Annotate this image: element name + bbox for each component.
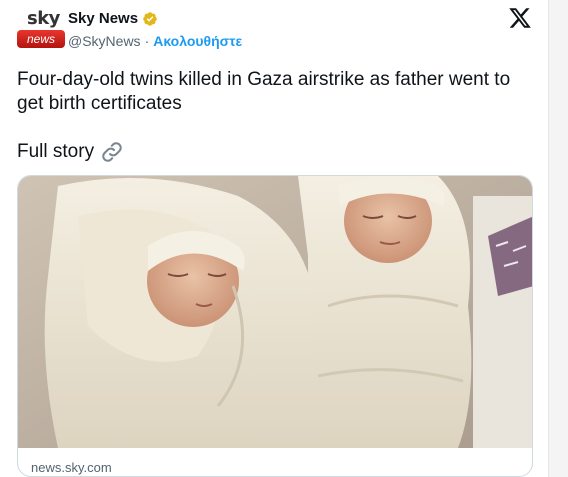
follow-button[interactable]: Ακολουθήστε (153, 33, 242, 49)
preview-image[interactable] (18, 176, 533, 448)
author-handle[interactable]: @SkyNews (68, 33, 141, 49)
author-handle-row: @SkyNews · Ακολουθήστε (68, 33, 242, 49)
x-logo-icon[interactable] (508, 6, 532, 30)
card-domain[interactable]: news.sky.com (31, 460, 112, 475)
tweet-text: Four-day-old twins killed in Gaza airstr… (17, 69, 511, 114)
avatar[interactable]: sky news (17, 8, 65, 54)
full-story-link[interactable]: Full story (17, 140, 124, 164)
separator-dot: · (144, 33, 150, 49)
full-story-label[interactable]: Full story (17, 141, 94, 163)
avatar-logo-bottom: news (17, 30, 65, 48)
link-preview-card[interactable]: news.sky.com (17, 175, 533, 477)
tweet-card: sky news Sky News @SkyNews · Ακολουθήστε… (0, 0, 548, 477)
author-display-name[interactable]: Sky News (68, 10, 138, 27)
page-edge (548, 0, 568, 477)
link-chain-icon (100, 140, 124, 164)
avatar-logo-top: sky (27, 8, 60, 29)
author-name-row: Sky News (68, 10, 158, 27)
verified-badge-icon (142, 11, 158, 27)
